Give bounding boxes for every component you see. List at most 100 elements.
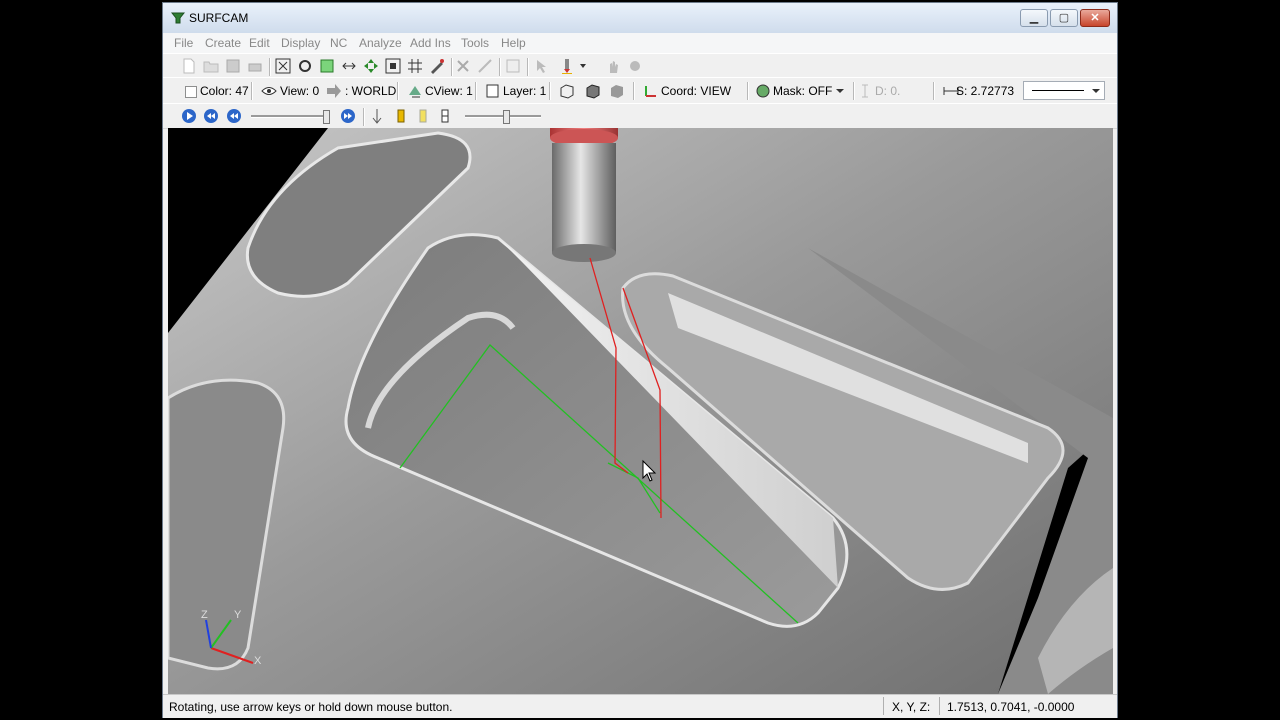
cview-value[interactable]: CView: 1 xyxy=(425,84,473,98)
menu-bar: File Create Edit Display NC Analyze Add … xyxy=(163,33,1117,53)
verify-icon[interactable] xyxy=(627,58,643,74)
trim-icon[interactable] xyxy=(477,58,493,74)
toolbar-separator xyxy=(933,82,935,100)
mask-value[interactable]: Mask: OFF xyxy=(773,84,832,98)
toolbar-separator xyxy=(269,58,271,76)
close-button[interactable]: ✕ xyxy=(1080,9,1110,27)
minimize-icon: ▁ xyxy=(1029,12,1039,24)
depth-icon xyxy=(862,84,868,98)
surfcam-logo-icon xyxy=(171,12,185,24)
toolbar-separator xyxy=(363,108,365,126)
tool-icon[interactable] xyxy=(559,58,575,74)
color-value[interactable]: Color: 47 xyxy=(200,84,249,98)
color-checkbox[interactable] xyxy=(185,86,197,98)
cutter-tip xyxy=(552,244,616,262)
y-axis-label: Y xyxy=(234,609,242,621)
layer-icon xyxy=(486,84,499,98)
toolbar-separator xyxy=(747,82,749,100)
world-value[interactable]: : WORLD xyxy=(345,84,396,98)
close-icon: ✕ xyxy=(1090,12,1100,24)
hand-icon[interactable] xyxy=(605,58,621,74)
coord-value[interactable]: Coord: VIEW xyxy=(661,84,731,98)
part-render[interactable]: X Y Z xyxy=(168,128,1113,694)
menu-file[interactable]: File xyxy=(174,36,193,50)
properties-icon[interactable] xyxy=(505,58,521,74)
play-icon[interactable] xyxy=(181,108,197,124)
simulation-toolbar xyxy=(163,103,1117,129)
shaded-wire-icon[interactable] xyxy=(585,83,601,99)
maximize-icon: ▢ xyxy=(1058,12,1070,24)
shaded-icon[interactable] xyxy=(609,83,625,99)
new-file-icon[interactable] xyxy=(181,58,197,74)
chevron-down-icon[interactable] xyxy=(1088,83,1104,99)
tool-path-icon[interactable] xyxy=(369,108,385,124)
view-value[interactable]: View: 0 xyxy=(280,84,319,98)
toolbar-separator xyxy=(853,82,855,100)
status-separator xyxy=(939,697,940,715)
chevron-down-icon[interactable] xyxy=(832,83,848,99)
print-icon[interactable] xyxy=(247,58,263,74)
zoom-fit-icon[interactable] xyxy=(275,58,291,74)
open-folder-icon[interactable] xyxy=(203,58,219,74)
wireframe-icon[interactable] xyxy=(559,83,575,99)
status-bar: Rotating, use arrow keys or hold down mo… xyxy=(163,694,1117,718)
minimize-button[interactable]: ▁ xyxy=(1020,9,1048,27)
line-style-sample xyxy=(1032,90,1084,91)
tool-display-icon[interactable] xyxy=(393,108,409,124)
eye-icon xyxy=(261,87,277,95)
menu-tools[interactable]: Tools xyxy=(461,36,489,50)
title-bar[interactable]: SURFCAM ▁ ▢ ✕ xyxy=(163,3,1117,33)
holder-display-icon[interactable] xyxy=(415,108,431,124)
toolbar-separator xyxy=(251,82,253,100)
zoom-previous-icon[interactable] xyxy=(341,58,357,74)
toolbar-separator xyxy=(527,58,529,76)
graphics-viewport[interactable]: X Y Z xyxy=(168,128,1113,694)
select-icon[interactable] xyxy=(533,58,549,74)
chevron-down-icon[interactable] xyxy=(575,58,591,74)
step-value[interactable]: S: 2.72773 xyxy=(956,84,1014,98)
coord-label: X, Y, Z: xyxy=(892,700,931,714)
menu-add-ins[interactable]: Add Ins xyxy=(410,36,451,50)
step-back-icon[interactable] xyxy=(226,108,242,124)
zoom-window-icon[interactable] xyxy=(319,58,335,74)
pan-icon[interactable] xyxy=(363,58,379,74)
coord-axis-icon xyxy=(645,86,656,97)
menu-help[interactable]: Help xyxy=(501,36,526,50)
redraw-icon[interactable] xyxy=(429,58,445,74)
zoom-all-icon[interactable] xyxy=(385,58,401,74)
main-toolbar xyxy=(163,53,1117,79)
toolbar-separator xyxy=(633,82,635,100)
toolbar-separator xyxy=(549,82,551,100)
speed-slider-track[interactable] xyxy=(251,115,327,118)
status-message: Rotating, use arrow keys or hold down mo… xyxy=(169,700,453,714)
menu-create[interactable]: Create xyxy=(205,36,241,50)
toolbar-separator xyxy=(475,82,477,100)
delete-icon[interactable] xyxy=(455,58,471,74)
menu-edit[interactable]: Edit xyxy=(249,36,270,50)
maximize-button[interactable]: ▢ xyxy=(1050,9,1078,27)
x-axis-label: X xyxy=(254,655,262,667)
speed-slider-thumb[interactable] xyxy=(323,110,330,124)
view-grid-icon[interactable] xyxy=(407,58,423,74)
rotate-view-icon[interactable] xyxy=(297,58,313,74)
rewind-icon[interactable] xyxy=(203,108,219,124)
step-slider-thumb[interactable] xyxy=(503,110,510,124)
save-icon[interactable] xyxy=(225,58,241,74)
toolbar-separator xyxy=(499,58,501,76)
mask-icon xyxy=(756,84,770,98)
app-window: SURFCAM ▁ ▢ ✕ File Create Edit Display N… xyxy=(162,2,1118,718)
coord-readout: 1.7513, 0.7041, -0.0000 xyxy=(947,700,1075,714)
fast-forward-icon[interactable] xyxy=(340,108,356,124)
cutter-shank xyxy=(552,143,616,253)
menu-nc[interactable]: NC xyxy=(330,36,347,50)
depth-value: D: 0. xyxy=(875,84,901,98)
stock-display-icon[interactable] xyxy=(437,108,453,124)
menu-analyze[interactable]: Analyze xyxy=(359,36,402,50)
window-title: SURFCAM xyxy=(189,11,249,25)
line-style-select[interactable] xyxy=(1023,81,1105,100)
layer-value[interactable]: Layer: 1 xyxy=(503,84,546,98)
z-axis-label: Z xyxy=(201,609,208,621)
status-separator xyxy=(883,697,884,715)
menu-display[interactable]: Display xyxy=(281,36,320,50)
properties-toolbar: Color: 47 View: 0 : WORLD CView: 1 Layer… xyxy=(163,77,1117,105)
